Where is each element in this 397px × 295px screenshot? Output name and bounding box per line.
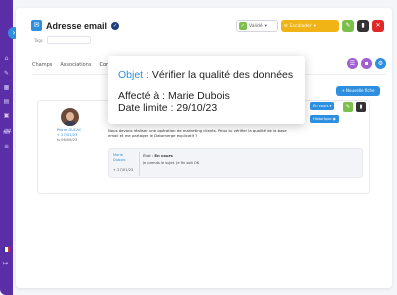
- reply-state: État : En cours: [143, 153, 173, 158]
- mail-icon: ✉: [284, 23, 288, 29]
- toolbar: ✓ Validé ▾ ✉ Escalader ▾ ✎ ▮ ✕: [236, 20, 384, 32]
- home-icon[interactable]: ⌂: [3, 55, 10, 62]
- tab-associations[interactable]: Associations: [60, 62, 91, 68]
- ticket-meta: Pierre DUCAC + 27/01/23 ⇆ 06/06/23: [57, 128, 81, 143]
- document-icon[interactable]: ▤: [3, 98, 10, 105]
- ticket-body: Nous devons réaliser une opération de ma…: [108, 128, 287, 138]
- delete-comment-button[interactable]: ▮: [356, 102, 366, 112]
- tooltip-details: Affecté à : Marie Dubois Date limite : 2…: [118, 90, 295, 114]
- more-icon[interactable]: ▪: [361, 58, 372, 69]
- reply-text: Je prends le sujet. Je fin soit OK: [143, 161, 200, 165]
- tab-actions: ☰ ▪ ⚙: [347, 58, 386, 69]
- task-tooltip: Objet : Vérifier la qualité des données …: [108, 56, 305, 124]
- tooltip-affecte: Affecté à : Marie Dubois: [118, 90, 230, 102]
- avatar: [61, 108, 79, 126]
- chart-icon[interactable]: ≡: [3, 143, 10, 150]
- reply-date: + 27/01/23: [113, 168, 134, 172]
- app-frame: ⌂ ✎ ▦ ▤ ▣ ᚏ ≡ ↦ › ✉ Adresse email ✓ Tags…: [0, 0, 397, 295]
- users-icon[interactable]: ᚏ: [3, 128, 11, 135]
- reply-divider: [139, 152, 140, 176]
- reply-author[interactable]: Marie Dubois: [113, 153, 135, 163]
- tags-row: Tags: [34, 36, 91, 44]
- new-ticket-button[interactable]: + Nouvelle fiche: [336, 86, 380, 96]
- escalader-label: Escalader: [289, 23, 312, 29]
- logout-icon[interactable]: ↦: [3, 260, 8, 267]
- page-title: Adresse email: [46, 20, 108, 31]
- eye-icon: ◉: [332, 117, 336, 121]
- verified-badge-icon: ✓: [111, 21, 120, 30]
- lock-icon[interactable]: ▣: [3, 112, 10, 119]
- ticket-icon: ✉: [31, 20, 42, 31]
- tooltip-objet-label: Objet :: [118, 69, 149, 81]
- historique-button[interactable]: Historique ◉: [310, 115, 339, 123]
- tabs: Champs Associations Com: [32, 62, 111, 68]
- historique-label: Historique: [313, 117, 332, 121]
- settings-icon[interactable]: ⚙: [375, 58, 386, 69]
- title-row: ✉ Adresse email ✓: [31, 20, 120, 31]
- menu-icon[interactable]: ☰: [347, 58, 358, 69]
- chevron-down-icon: ▾: [264, 23, 267, 29]
- flag-fr-icon[interactable]: [3, 247, 10, 252]
- edit-button[interactable]: ✎: [342, 20, 354, 32]
- reply-state-label: État :: [143, 153, 154, 158]
- tools-icon[interactable]: ✎: [3, 70, 10, 77]
- status-controls: En cours ▾: [310, 102, 335, 110]
- delete-button[interactable]: ▮: [357, 20, 369, 32]
- tooltip-objet: Objet : Vérifier la qualité des données: [118, 69, 295, 81]
- tooltip-objet-value: Vérifier la qualité des données: [151, 69, 294, 81]
- status-dropdown[interactable]: En cours ▾: [310, 102, 335, 110]
- sidebar: ⌂ ✎ ▦ ▤ ▣ ᚏ ≡ ↦: [0, 0, 13, 295]
- valide-label: Validé: [249, 23, 263, 29]
- tab-champs[interactable]: Champs: [32, 62, 52, 68]
- grid-icon[interactable]: ▦: [3, 84, 10, 91]
- reply-item: Marie Dubois + 27/01/23 État : En cours …: [108, 148, 363, 178]
- chevron-down-icon: ▾: [313, 23, 316, 29]
- tags-label: Tags: [34, 37, 43, 43]
- tags-input[interactable]: [46, 36, 91, 44]
- tooltip-deadline: Date limite : 29/10/23: [118, 102, 218, 114]
- close-button[interactable]: ✕: [372, 20, 384, 32]
- status-valide-dropdown[interactable]: ✓ Validé ▾: [236, 20, 278, 32]
- reply-state-value: En cours: [154, 153, 173, 158]
- ticket-updated: ⇆ 06/06/23: [57, 138, 78, 142]
- check-icon: ✓: [239, 22, 247, 30]
- escalader-button[interactable]: ✉ Escalader ▾: [281, 20, 339, 32]
- edit-comment-button[interactable]: ✎: [343, 102, 353, 112]
